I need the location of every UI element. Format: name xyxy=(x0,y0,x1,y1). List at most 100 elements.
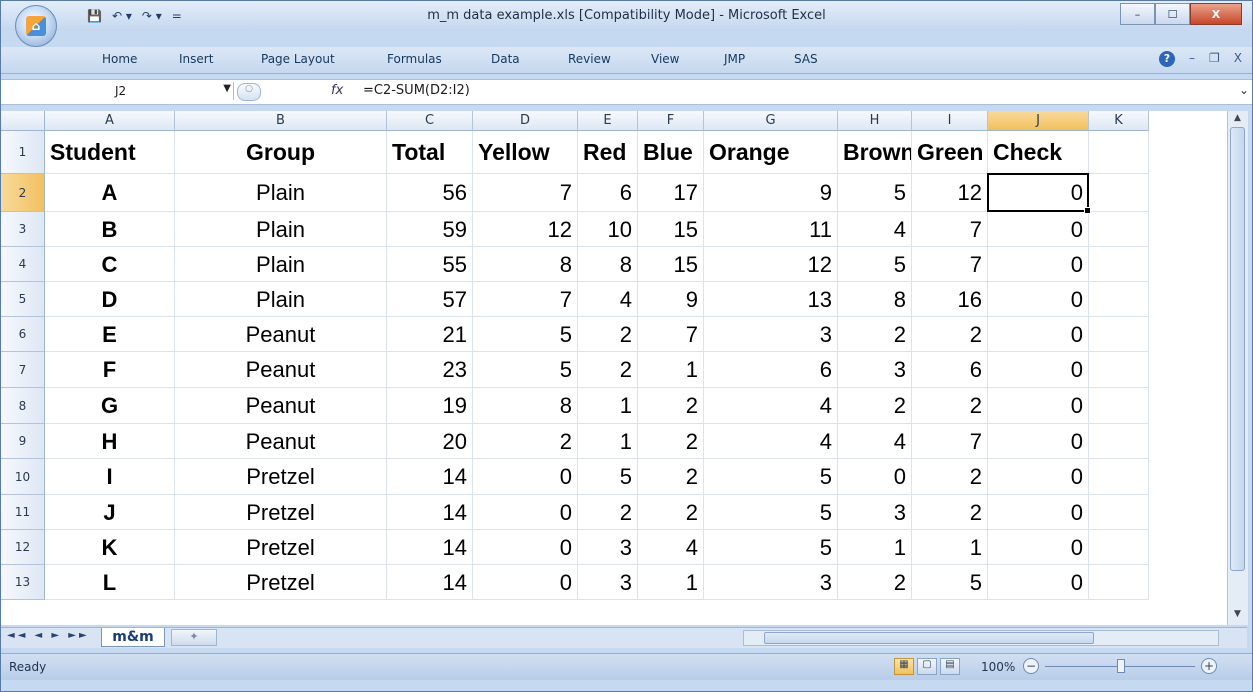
header-cell[interactable]: Group xyxy=(175,131,387,174)
table-cell[interactable]: 3 xyxy=(578,530,638,565)
header-cell[interactable]: Green xyxy=(912,131,988,174)
tab-sas[interactable]: SAS xyxy=(794,52,818,66)
table-cell[interactable] xyxy=(1089,174,1149,212)
table-cell[interactable]: 55 xyxy=(387,247,473,282)
table-cell[interactable]: 16 xyxy=(912,282,988,317)
table-cell[interactable]: 2 xyxy=(912,459,988,495)
name-box-dropdown-icon[interactable]: ▼ xyxy=(223,83,231,94)
table-cell[interactable]: 13 xyxy=(704,282,838,317)
tab-data[interactable]: Data xyxy=(491,52,520,66)
table-cell[interactable]: 5 xyxy=(578,459,638,495)
table-cell[interactable]: 5 xyxy=(704,459,838,495)
zoom-slider-thumb[interactable] xyxy=(1117,659,1125,673)
table-cell[interactable]: 7 xyxy=(912,424,988,459)
row-header-12[interactable]: 12 xyxy=(1,530,45,565)
row-header-7[interactable]: 7 xyxy=(1,352,45,388)
table-cell[interactable]: 5 xyxy=(838,174,912,212)
table-cell[interactable]: E xyxy=(45,317,175,352)
vertical-scrollbar[interactable]: ▲ ▼ xyxy=(1227,111,1248,625)
ribbon-close-button[interactable]: X xyxy=(1234,51,1242,67)
table-cell[interactable]: 7 xyxy=(473,282,578,317)
table-cell[interactable]: Peanut xyxy=(175,388,387,424)
table-cell[interactable]: 4 xyxy=(838,424,912,459)
insert-function-icon[interactable]: fx xyxy=(331,83,343,98)
table-cell[interactable]: 0 xyxy=(988,565,1089,600)
table-cell[interactable]: 2 xyxy=(838,317,912,352)
column-header-e[interactable]: E xyxy=(578,111,638,131)
table-cell[interactable] xyxy=(1089,352,1149,388)
table-cell[interactable] xyxy=(1089,565,1149,600)
table-cell[interactable]: D xyxy=(45,282,175,317)
column-header-k[interactable]: K xyxy=(1089,111,1149,131)
table-cell[interactable]: G xyxy=(45,388,175,424)
header-cell[interactable]: Red xyxy=(578,131,638,174)
table-cell[interactable]: 0 xyxy=(988,495,1089,530)
table-cell[interactable]: 8 xyxy=(473,247,578,282)
tab-formulas[interactable]: Formulas xyxy=(387,52,442,66)
page-layout-view-icon[interactable]: ▢ xyxy=(917,658,937,675)
table-cell[interactable]: 59 xyxy=(387,212,473,247)
table-cell[interactable]: 4 xyxy=(704,424,838,459)
table-cell[interactable]: 7 xyxy=(638,317,704,352)
table-cell[interactable]: B xyxy=(45,212,175,247)
table-cell[interactable]: 1 xyxy=(638,352,704,388)
table-cell[interactable]: 3 xyxy=(838,495,912,530)
header-cell[interactable]: Student xyxy=(45,131,175,174)
expand-formula-bar-icon[interactable]: ⌄ xyxy=(1239,83,1249,97)
table-cell[interactable]: 0 xyxy=(473,530,578,565)
zoom-level[interactable]: 100% xyxy=(981,660,1015,674)
table-cell[interactable]: 6 xyxy=(704,352,838,388)
table-cell[interactable]: 5 xyxy=(473,352,578,388)
header-cell[interactable]: Yellow xyxy=(473,131,578,174)
table-cell[interactable]: 6 xyxy=(578,174,638,212)
table-cell[interactable]: 0 xyxy=(473,565,578,600)
column-header-j[interactable]: J xyxy=(988,111,1089,131)
table-cell[interactable]: 15 xyxy=(638,212,704,247)
table-cell[interactable]: 5 xyxy=(704,495,838,530)
table-cell[interactable]: Plain xyxy=(175,174,387,212)
table-cell[interactable]: 2 xyxy=(912,495,988,530)
table-cell[interactable]: 0 xyxy=(838,459,912,495)
table-cell[interactable]: 0 xyxy=(988,530,1089,565)
worksheet-grid[interactable]: A B C D E F G H I J K 1 2 3 4 5 6 7 8 9 10 11 12 13 Student Group… xyxy=(1,111,1227,625)
table-cell[interactable] xyxy=(1089,495,1149,530)
table-cell[interactable]: Pretzel xyxy=(175,459,387,495)
table-cell[interactable]: 9 xyxy=(704,174,838,212)
maximize-button[interactable]: ☐ xyxy=(1155,3,1190,25)
table-cell[interactable]: 0 xyxy=(988,388,1089,424)
table-cell[interactable]: 4 xyxy=(578,282,638,317)
table-cell[interactable]: 14 xyxy=(387,459,473,495)
tab-review[interactable]: Review xyxy=(568,52,611,66)
column-header-a[interactable]: A xyxy=(45,111,175,131)
header-cell[interactable]: Blue xyxy=(638,131,704,174)
formula-input[interactable]: =C2-SUM(D2:I2) xyxy=(363,83,470,98)
table-cell[interactable]: Peanut xyxy=(175,352,387,388)
column-header-h[interactable]: H xyxy=(838,111,912,131)
table-cell[interactable]: 12 xyxy=(704,247,838,282)
table-cell[interactable]: Pretzel xyxy=(175,565,387,600)
table-cell[interactable]: 3 xyxy=(838,352,912,388)
row-header-2[interactable]: 2 xyxy=(1,174,45,212)
table-cell[interactable]: 4 xyxy=(704,388,838,424)
table-cell[interactable]: 3 xyxy=(578,565,638,600)
table-cell[interactable]: 15 xyxy=(638,247,704,282)
table-cell[interactable]: 56 xyxy=(387,174,473,212)
column-header-g[interactable]: G xyxy=(704,111,838,131)
table-cell[interactable]: 3 xyxy=(704,565,838,600)
sheet-tab-mm[interactable]: m&m xyxy=(101,628,165,647)
header-cell[interactable]: Orange xyxy=(704,131,838,174)
table-cell[interactable]: 14 xyxy=(387,565,473,600)
horizontal-scrollbar[interactable] xyxy=(743,630,1219,646)
table-cell[interactable]: 7 xyxy=(473,174,578,212)
table-cell[interactable] xyxy=(1089,459,1149,495)
select-all-corner[interactable] xyxy=(1,111,45,131)
header-cell[interactable]: Check xyxy=(988,131,1089,174)
table-cell[interactable]: 5 xyxy=(912,565,988,600)
table-cell[interactable]: 2 xyxy=(578,352,638,388)
table-cell[interactable]: 0 xyxy=(988,212,1089,247)
row-header-8[interactable]: 8 xyxy=(1,388,45,424)
column-header-i[interactable]: I xyxy=(912,111,988,131)
table-cell[interactable]: C xyxy=(45,247,175,282)
page-break-view-icon[interactable]: ▤ xyxy=(940,658,960,675)
table-cell[interactable]: 10 xyxy=(578,212,638,247)
